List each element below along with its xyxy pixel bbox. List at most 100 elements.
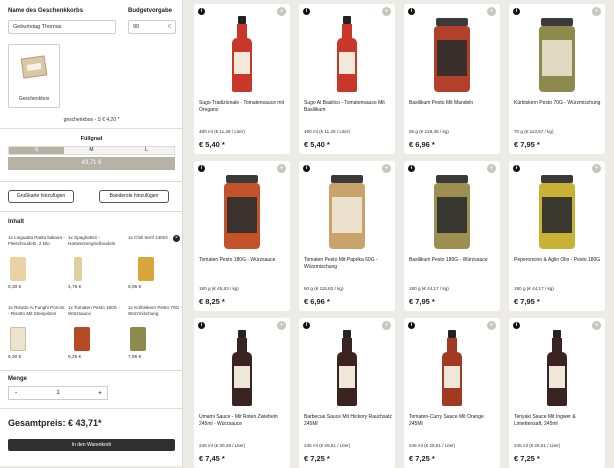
info-icon[interactable]: i <box>303 165 310 172</box>
size-tab-m[interactable]: M <box>64 147 119 154</box>
remove-item-icon[interactable]: × <box>173 235 180 242</box>
product-card[interactable]: i + Sugo Tradizionale - Tomatensauce mit… <box>194 4 290 154</box>
content-item: 1x Tomaten Pesto 180G - Würzsauce 8,25 € <box>68 305 126 371</box>
content-item: 1x Kürbiskern Pesto 70G - Würzmischung 7… <box>128 305 182 371</box>
product-card[interactable]: i + Barbecue Sauce Mit Hickory Rauchsalz… <box>299 318 395 468</box>
add-icon[interactable]: + <box>277 164 286 173</box>
product-card[interactable]: i + Umami Sauce - Mit Roten Zwiebeln 245… <box>194 318 290 468</box>
gift-box-label: Geschenkbox <box>18 96 50 102</box>
product-unit-price: 245 ml (€ 29,51 / Liter) <box>409 443 456 448</box>
basket-name-label: Name des Geschenkkorbs <box>8 8 84 14</box>
product-name: Basilikum Pesto 180G - Würzsauce <box>409 257 488 263</box>
product-image <box>539 18 575 92</box>
product-name: Basilikum Pesto Mit Mandeln <box>409 100 474 106</box>
product-price: € 7,25 * <box>409 454 435 463</box>
product-name: Kürbiskern Pesto 70G - Würzmischung <box>514 100 601 106</box>
product-grid: i + Sugo Tradizionale - Tomatensauce mit… <box>190 4 610 468</box>
info-icon[interactable]: i <box>303 322 310 329</box>
add-icon[interactable]: + <box>592 321 601 330</box>
product-card[interactable]: i + Sugo Al Basilico - Tomatensauce Mit … <box>299 4 395 154</box>
product-card[interactable]: i + Tomaten Pesto Mit Paprika 60G - Würz… <box>299 161 395 311</box>
add-icon[interactable]: + <box>382 7 391 16</box>
product-card[interactable]: i + Peperoncino & Aglio Olio - Pesto 180… <box>509 161 605 311</box>
basket-name-input[interactable]: Geburtstag Thomas <box>8 20 116 34</box>
add-icon[interactable]: + <box>277 7 286 16</box>
product-image <box>337 330 357 406</box>
content-item-image <box>10 257 26 281</box>
divider <box>0 211 182 212</box>
content-item: 1x Linguatta Pasta ltaliana - Fleischnud… <box>8 235 66 301</box>
product-price: € 6,96 * <box>304 297 330 306</box>
product-price: € 7,45 * <box>199 454 225 463</box>
product-name: Barbecue Sauce Mit Hickory Rauchsalz 245… <box>304 414 392 427</box>
fill-level-label: Füllgrad <box>80 136 103 142</box>
info-icon[interactable]: i <box>408 8 415 15</box>
content-item: 1x Risotto Ai Funghi Porcini - Risotto M… <box>8 305 66 371</box>
fill-level-value: 43,71 € <box>8 157 175 170</box>
info-icon[interactable]: i <box>513 165 520 172</box>
content-item-image <box>74 257 82 281</box>
add-icon[interactable]: + <box>487 321 496 330</box>
product-unit-price: 60 g (€ 115,83 / kg) <box>304 286 344 291</box>
content-item-name: 1x Spaghettini - Hartweizengrießnudeln <box>68 235 116 246</box>
fill-size-tabs: S M L <box>8 146 175 155</box>
gift-box-option[interactable]: Geschenkbox <box>8 44 60 108</box>
content-item: 1x Spaghettini - Hartweizengrießnudeln 4… <box>68 235 126 301</box>
content-item-name: 1x Tomaten Pesto 180G - Würzsauce <box>68 305 121 316</box>
info-icon[interactable]: i <box>408 165 415 172</box>
product-card[interactable]: i + Tomaten Pesto 180G - Würzsauce 180 g… <box>194 161 290 311</box>
size-tab-s[interactable]: S <box>9 147 64 154</box>
product-card[interactable]: i + Kürbiskern Pesto 70G - Würzmischung … <box>509 4 605 154</box>
info-icon[interactable]: i <box>198 322 205 329</box>
info-icon[interactable]: i <box>408 322 415 329</box>
budget-input[interactable]: 90 € <box>128 20 176 34</box>
product-price: € 7,95 * <box>409 297 435 306</box>
product-name: Tomaten Pesto 180G - Würzsauce <box>199 257 276 263</box>
product-unit-price: 245 ml (€ 29,51 / Liter) <box>304 443 351 448</box>
divider <box>0 181 182 182</box>
product-unit-price: 180 g (€ 45,83 / kg) <box>199 286 239 291</box>
product-unit-price: 480 ml (€ 11,28 / Liter) <box>199 129 245 134</box>
add-icon[interactable]: + <box>592 164 601 173</box>
content-item-image <box>130 327 146 351</box>
product-price: € 7,25 * <box>304 454 330 463</box>
product-unit-price: 245 ml (€ 29,61 / Liter) <box>514 443 561 448</box>
add-to-cart-button[interactable]: In den Warenkorb <box>8 439 175 451</box>
info-icon[interactable]: i <box>513 8 520 15</box>
product-unit-price: 180 g (€ 44,17 / kg) <box>514 286 554 291</box>
add-icon[interactable]: + <box>382 164 391 173</box>
product-price: € 5,40 * <box>304 140 330 149</box>
product-price: € 7,95 * <box>514 140 540 149</box>
divider <box>0 370 182 371</box>
content-item-price: 6,30 € <box>8 355 22 360</box>
size-tab-l[interactable]: L <box>119 147 174 154</box>
contents-label: Inhalt <box>8 219 24 225</box>
quantity-plus-button[interactable]: + <box>93 390 107 397</box>
add-icon[interactable]: + <box>592 7 601 16</box>
product-card[interactable]: i + Tomaten-Curry Sauce Mit Orange 245Ml… <box>404 318 500 468</box>
product-image <box>337 16 357 92</box>
product-card[interactable]: i + Basilikum Pesto 180G - Würzsauce 180… <box>404 161 500 311</box>
product-unit-price: 180 g (€ 44,17 / kg) <box>409 286 449 291</box>
product-name: Peperoncino & Aglio Olio - Pesto 180G <box>514 257 601 263</box>
add-icon[interactable]: + <box>382 321 391 330</box>
quantity-value[interactable]: 1 <box>23 390 93 396</box>
info-icon[interactable]: i <box>198 165 205 172</box>
info-icon[interactable]: i <box>513 322 520 329</box>
add-banderole-button[interactable]: Banderole hinzufügen <box>99 190 169 203</box>
product-price: € 6,96 * <box>409 140 435 149</box>
product-price: € 7,25 * <box>514 454 540 463</box>
product-card[interactable]: i + Teriyaki Sauce Mit Ingwer & Limetten… <box>509 318 605 468</box>
product-image <box>224 175 260 249</box>
info-icon[interactable]: i <box>303 8 310 15</box>
add-icon[interactable]: + <box>487 7 496 16</box>
add-greeting-card-button[interactable]: Grußkarte hinzufügen <box>8 190 74 203</box>
info-icon[interactable]: i <box>198 8 205 15</box>
product-name: Umami Sauce - Mit Roten Zwiebeln 245ml -… <box>199 414 278 427</box>
add-icon[interactable]: + <box>277 321 286 330</box>
product-image <box>442 330 462 406</box>
add-icon[interactable]: + <box>487 164 496 173</box>
product-card[interactable]: i + Basilikum Pesto Mit Mandeln 55 g (€ … <box>404 4 500 154</box>
quantity-minus-button[interactable]: - <box>9 390 23 397</box>
product-unit-price: 55 g (€ 126,45 / kg) <box>409 129 449 134</box>
